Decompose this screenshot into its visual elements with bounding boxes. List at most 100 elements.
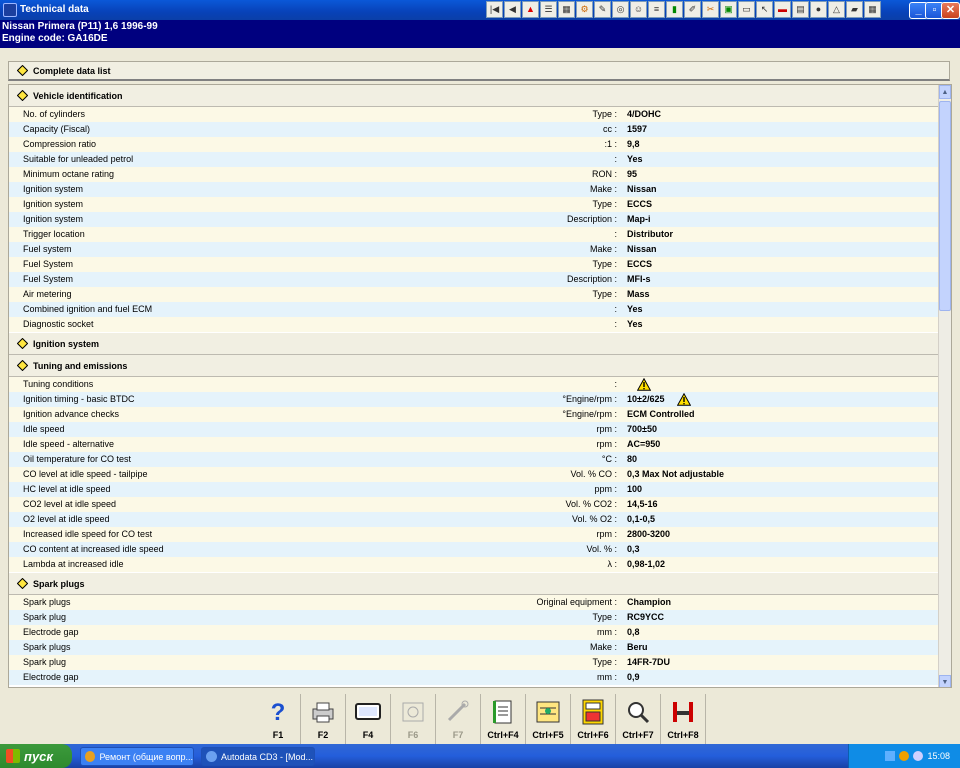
cursor-icon[interactable]: ↖ (756, 1, 773, 18)
row-value: 0,3 (627, 544, 640, 554)
box-icon[interactable]: ▣ (720, 1, 737, 18)
row-value: Champion (627, 597, 671, 607)
edit-icon[interactable]: ✐ (684, 1, 701, 18)
data-row: Ignition system Type : ECCS (9, 197, 939, 212)
row-label: Idle speed - alternative (23, 439, 115, 449)
section-title: Tuning and emissions (33, 360, 128, 371)
data-row: Fuel System Description : MFI-s (9, 272, 939, 287)
fkey-ctrl-f6[interactable]: Ctrl+F6 (571, 694, 616, 744)
row-label: Oil temperature for CO test (23, 454, 132, 464)
row-label: Tuning conditions (23, 379, 94, 389)
row-value: 700±50 (627, 424, 657, 434)
grid-icon[interactable]: ▦ (864, 1, 881, 18)
row-label: Idle speed (23, 424, 65, 434)
app-icon[interactable] (3, 3, 17, 17)
row-unit: mm : (597, 672, 617, 682)
row-unit: :1 : (604, 139, 617, 149)
taskbar: пуск Ремонт (общие вопр... Autodata CD3 … (0, 744, 960, 768)
taskbar-item-label: Autodata CD3 - [Mod... (221, 751, 314, 762)
fkey-ctrl-f4[interactable]: Ctrl+F4 (481, 694, 526, 744)
data-row: Spark plug Type : 14FR-7DU (9, 655, 939, 670)
fkey-f4[interactable]: F4 (346, 694, 391, 744)
row-value: ECCS (627, 259, 653, 269)
lift-icon (669, 698, 697, 726)
scroll-up-icon[interactable]: ▲ (939, 85, 951, 99)
fkey-f1[interactable]: ? F1 (256, 694, 301, 744)
row-value: Nissan (627, 244, 657, 254)
antivirus-icon[interactable] (899, 751, 910, 761)
row-unit: Make : (589, 184, 617, 194)
warning-icon[interactable]: ▲ (522, 1, 539, 18)
data-row: Fuel system Make : Nissan (9, 242, 939, 257)
complete-data-list-button[interactable]: Complete data list (8, 61, 950, 81)
row-unit: Description : (566, 274, 617, 284)
vertical-scrollbar[interactable]: ▲ ▼ (938, 85, 951, 687)
card-icon[interactable]: ▭ (738, 1, 755, 18)
wrench-icon[interactable]: ✎ (594, 1, 611, 18)
data-panel: Vehicle identification No. of cylinders Ty… (8, 84, 952, 688)
row-value: 0,8 (627, 627, 640, 637)
row-label: Diagnostic socket (23, 319, 94, 329)
scroll-down-icon[interactable]: ▼ (939, 675, 951, 687)
fkey-f2[interactable]: F2 (301, 694, 346, 744)
section-vehicle-identification: Vehicle identification No. of cylinders Ty… (9, 85, 939, 332)
section-header[interactable]: Ignition system (9, 333, 939, 355)
data-row: Suitable for unleaded petrol: Yes (9, 152, 939, 167)
fkey-f7[interactable]: F7 (436, 694, 481, 744)
tool-icon (444, 698, 472, 726)
close-button[interactable]: ✕ (941, 2, 960, 19)
title-bar[interactable]: Technical data |◀ ◀ ▲ ☰ ▦ ⚙ ✎ ◎ ☺ ≡ ▮ ✐ … (0, 0, 960, 20)
row-unit: Description : (566, 214, 617, 224)
row-label: CO content at increased idle speed (23, 544, 164, 554)
row-value: 100 (627, 484, 643, 494)
row-value: 14FR-7DU (627, 657, 671, 667)
alert-icon[interactable]: △ (828, 1, 845, 18)
document-icon[interactable]: ▤ (792, 1, 809, 18)
engine-code: Engine code: GA16DE (2, 33, 108, 44)
row-unit: cc : (602, 124, 617, 134)
fkey-ctrl-f7[interactable]: Ctrl+F7 (616, 694, 661, 744)
start-button[interactable]: пуск (0, 744, 72, 768)
first-record-icon[interactable]: |◀ (486, 1, 503, 18)
fkey-f6[interactable]: F6 (391, 694, 436, 744)
network-icon[interactable] (885, 751, 896, 761)
row-value: 1597 (627, 124, 648, 134)
fkey-ctrl-f8[interactable]: Ctrl+F8 (661, 694, 706, 744)
tools-icon[interactable]: ✂ (702, 1, 719, 18)
row-unit: Type : (592, 289, 617, 299)
previous-icon[interactable]: ◀ (504, 1, 521, 18)
fkey-label: F2 (317, 730, 329, 740)
calculator-icon (579, 698, 607, 726)
taskbar-item-autodata[interactable]: Autodata CD3 - [Mod... (201, 747, 315, 766)
chart-icon[interactable]: ▦ (558, 1, 575, 18)
volume-icon[interactable] (913, 751, 924, 761)
row-value: 10±2/625 (627, 394, 665, 404)
section-header[interactable]: Spark plugs (9, 573, 939, 595)
section-title: Spark plugs (33, 578, 85, 589)
fkey-ctrl-f5[interactable]: Ctrl+F5 (526, 694, 571, 744)
engine-icon[interactable]: ⚙ (576, 1, 593, 18)
gauge-icon[interactable]: ◎ (612, 1, 629, 18)
row-value: 14,5-16 (627, 499, 658, 509)
battery-icon[interactable]: ▮ (666, 1, 683, 18)
list-icon[interactable]: ☰ (540, 1, 557, 18)
row-unit: Make : (589, 244, 617, 254)
lines-icon[interactable]: ≡ (648, 1, 665, 18)
bulb-icon[interactable]: ● (810, 1, 827, 18)
data-row: Electrode gap mm : 0,8 (9, 625, 939, 640)
people-icon[interactable]: ☺ (630, 1, 647, 18)
car-icon[interactable]: ▬ (774, 1, 791, 18)
data-row: CO2 level at idle speed Vol. % CO2 : 14,5-… (9, 497, 939, 512)
window-title: Technical data (20, 4, 89, 15)
section-header[interactable]: Tuning and emissions (9, 355, 939, 377)
row-unit: : (614, 319, 617, 329)
row-value: 4/DOHC (627, 109, 662, 119)
row-value: Yes (627, 304, 643, 314)
row-value: ECM Controlled (627, 409, 695, 419)
taskbar-item-browser[interactable]: Ремонт (общие вопр... (80, 747, 194, 766)
truck-icon[interactable]: ▰ (846, 1, 863, 18)
section-tuning-and-emissions: Tuning and emissions Tuning conditions: Ig… (9, 355, 939, 572)
section-header[interactable]: Vehicle identification (9, 85, 939, 107)
data-row: Ignition system Make : Nissan (9, 182, 939, 197)
scroll-thumb[interactable] (939, 101, 951, 311)
